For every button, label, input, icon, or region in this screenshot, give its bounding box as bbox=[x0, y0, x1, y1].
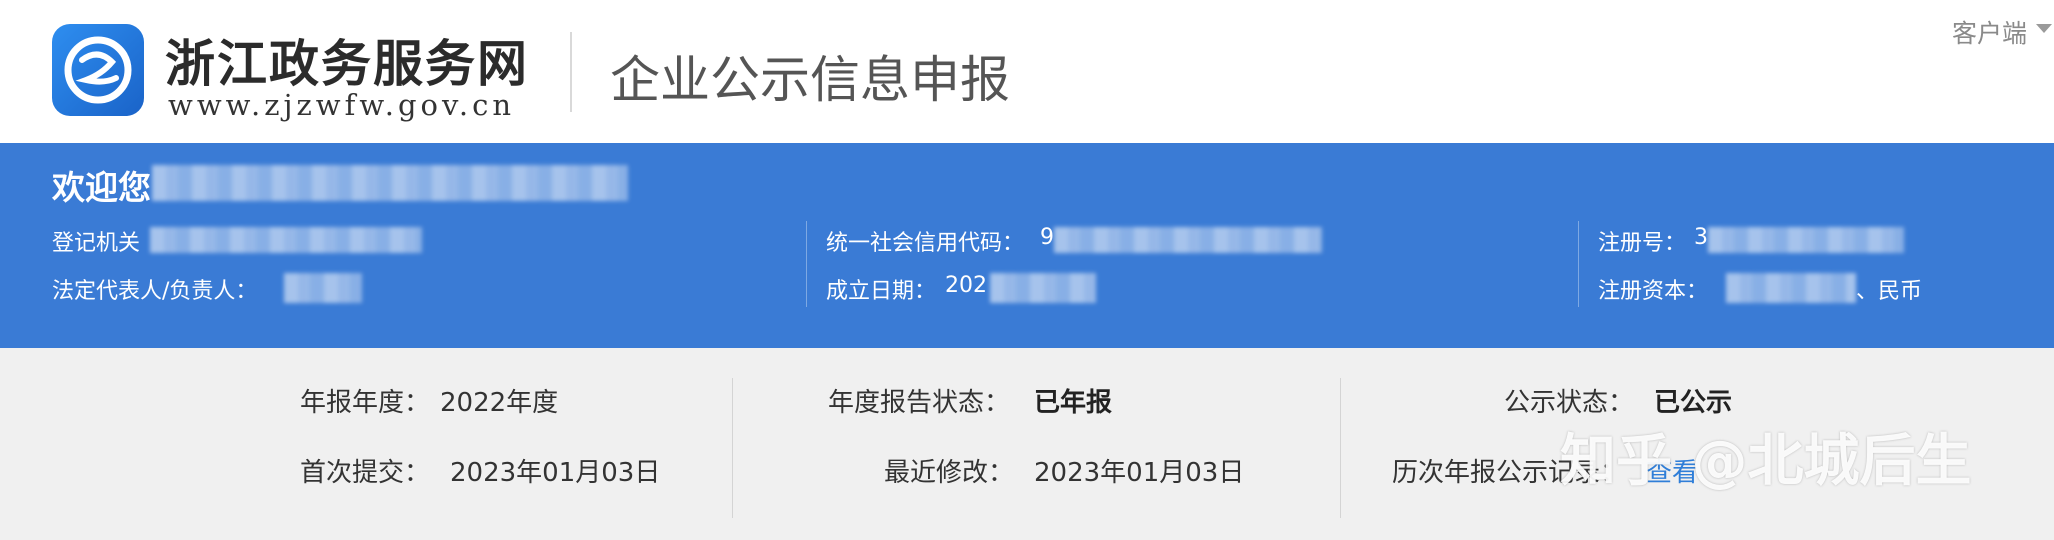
registration-no-label: 注册号： bbox=[1598, 231, 1687, 256]
page-title: 企业公示信息申报 bbox=[610, 51, 1010, 109]
column-divider bbox=[806, 221, 807, 307]
capital-label: 注册资本： bbox=[1598, 279, 1709, 304]
registration-authority-redacted bbox=[150, 227, 422, 253]
last-modified-value: 2023年01月03日 bbox=[1034, 458, 1245, 488]
watermark-text: 知乎 @北城后生 bbox=[1560, 429, 1972, 494]
legal-rep-label: 法定代表人/负责人： bbox=[52, 279, 258, 304]
first-submit-value: 2023年01月03日 bbox=[450, 458, 661, 488]
client-menu[interactable]: 客户端 bbox=[1952, 14, 2027, 50]
capital-suffix: 、民币 bbox=[1856, 279, 1923, 304]
credit-code-value: 9 bbox=[1040, 225, 1054, 250]
last-modified-label: 最近修改： bbox=[884, 458, 1015, 488]
registration-no-redacted bbox=[1708, 227, 1904, 253]
public-status-label: 公示状态： bbox=[1504, 388, 1635, 418]
site-header: 浙江政务服务网 www.zjzwfw.gov.cn 企业公示信息申报 客户端 bbox=[0, 0, 2054, 143]
status-divider bbox=[1340, 378, 1341, 518]
founded-redacted bbox=[990, 273, 1096, 303]
site-logo-icon[interactable] bbox=[52, 24, 144, 116]
company-info-band: 欢迎您 登记机关 统一社会信用代码： 9 注册号： 3 法定代表人/负责人： 成… bbox=[0, 143, 2054, 348]
credit-code-label: 统一社会信用代码： bbox=[826, 231, 1025, 256]
registration-authority-label: 登记机关 bbox=[52, 231, 141, 256]
welcome-text: 欢迎您 bbox=[52, 168, 151, 207]
report-status-label: 年度报告状态： bbox=[828, 388, 1011, 418]
header-divider bbox=[570, 32, 572, 112]
registration-no-value: 3 bbox=[1694, 225, 1708, 250]
capital-redacted bbox=[1726, 273, 1856, 303]
site-url: www.zjzwfw.gov.cn bbox=[168, 88, 516, 122]
report-year-value: 2022年度 bbox=[440, 388, 559, 418]
chevron-down-icon[interactable] bbox=[2036, 24, 2052, 33]
first-submit-label: 首次提交： bbox=[300, 458, 431, 488]
report-status-panel: 年报年度： 2022年度 年度报告状态： 已年报 公示状态： 已公示 首次提交：… bbox=[0, 348, 2054, 540]
status-divider bbox=[732, 378, 733, 518]
report-status-value: 已年报 bbox=[1034, 388, 1113, 418]
company-name-redacted bbox=[152, 165, 628, 201]
site-name: 浙江政务服务网 bbox=[165, 34, 529, 93]
founded-value: 202 bbox=[945, 273, 987, 298]
report-year-label: 年报年度： bbox=[300, 388, 431, 418]
legal-rep-redacted bbox=[284, 273, 362, 303]
column-divider bbox=[1578, 221, 1579, 307]
public-status-value: 已公示 bbox=[1654, 388, 1733, 418]
founded-label: 成立日期： bbox=[826, 279, 937, 304]
credit-code-redacted bbox=[1054, 227, 1322, 253]
